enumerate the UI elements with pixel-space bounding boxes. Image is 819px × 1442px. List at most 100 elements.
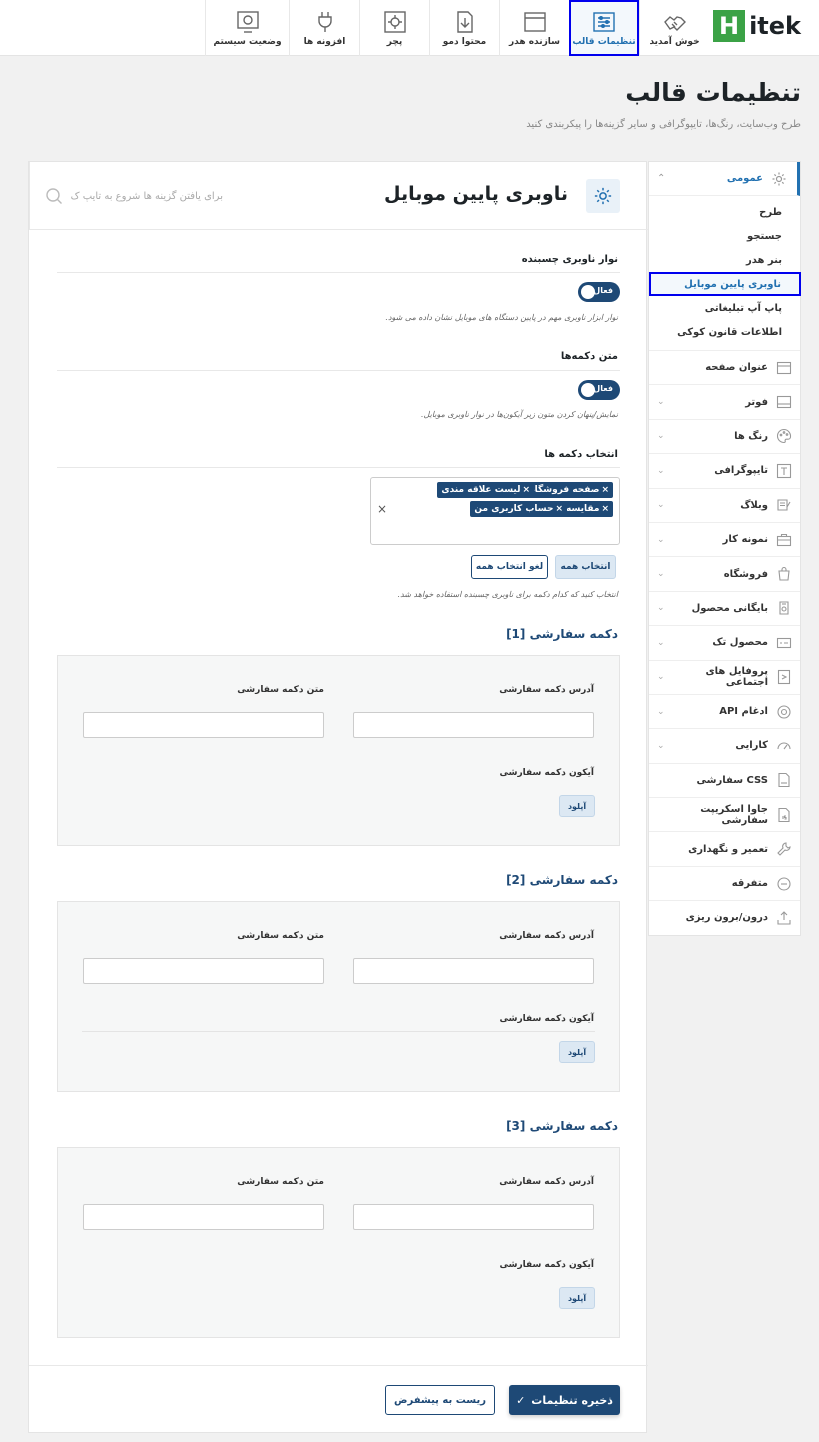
remove-chip-icon[interactable]: × <box>601 485 609 495</box>
custom-text-label: متن دکمه سفارشی <box>237 1177 324 1187</box>
custom-text-input[interactable] <box>83 1204 324 1230</box>
sidebar-sub-layout[interactable]: طرح <box>649 200 800 224</box>
chevron-down-icon: ⌄ <box>657 431 665 442</box>
sidebar-item-label: CSS سفارشی <box>696 774 768 786</box>
sidebar-item[interactable]: پروفایل های اجتماعی ⌄ <box>649 659 800 694</box>
custom-icon-label: آیکون دکمه سفارشی <box>499 1014 594 1024</box>
sidebar-item[interactable]: ادغام API ⌄ <box>649 693 800 728</box>
toggle-label: فعال <box>593 384 613 393</box>
typography-icon <box>776 463 792 478</box>
sidebar-sub-search[interactable]: جستجو <box>649 224 800 248</box>
upload-button[interactable]: آپلود <box>559 795 595 817</box>
top-bar: H itek خوش آمدید تنظیمات قالب سازنده هدر… <box>0 0 819 56</box>
tab-label: محتوا دمو <box>442 36 487 47</box>
sidebar-item-label: محصول تک <box>712 637 768 649</box>
tab-patcher[interactable]: پچر <box>359 0 429 56</box>
sidebar-item[interactable]: فوتر ⌄ <box>649 384 800 418</box>
tab-welcome[interactable]: خوش آمدید <box>639 0 709 56</box>
sidebar-item-label: فروشگاه <box>723 568 768 580</box>
tab-demo-content[interactable]: محتوا دمو <box>429 0 499 56</box>
sidebar-sub-cookie-law[interactable]: اطلاعات قانون کوکی <box>649 320 800 344</box>
handshake-icon <box>663 15 686 31</box>
search-placeholder: برای یافتن گزینه ها شروع به تایپ ک <box>70 190 223 202</box>
chevron-down-icon: ⌄ <box>657 637 665 648</box>
sticky-nav-label: نوار ناوبری چسبنده <box>521 254 618 265</box>
chip-shop-page[interactable]: × صفحه فروشگاه <box>525 482 613 498</box>
sidebar-item[interactable]: محصول تک ⌄ <box>649 625 800 659</box>
sidebar-sub-mobile-bottom-nav[interactable]: ناوبری پایین موبایل <box>649 272 801 296</box>
sidebar-item[interactable]: عنوان صفحه <box>649 350 800 384</box>
custom-url-input[interactable] <box>353 712 594 738</box>
save-settings-button[interactable]: ذخیره تنظیمات ✓ <box>509 1385 620 1415</box>
custom-button-3-box: آدرس دکمه سفارشی متن دکمه سفارشی آیکون د… <box>57 1147 620 1338</box>
tab-header-builder[interactable]: سازنده هدر <box>499 0 569 56</box>
tab-label: تنظیمات قالب <box>572 36 636 47</box>
deselect-all-button[interactable]: لغو انتخاب همه <box>471 555 548 579</box>
sidebar-item[interactable]: فروشگاه ⌄ <box>649 556 800 590</box>
custom-icon-label: آیکون دکمه سفارشی <box>499 768 594 778</box>
custom-url-input[interactable] <box>353 958 594 984</box>
upload-button[interactable]: آپلود <box>559 1041 595 1063</box>
sidebar-sub-promo-popup[interactable]: پاپ آپ تبلیغاتی <box>649 296 800 320</box>
sidebar-item[interactable]: درون/برون ریزی <box>649 900 800 934</box>
select-all-button[interactable]: انتخاب همه <box>555 555 616 579</box>
import-export-icon <box>777 911 791 925</box>
sidebar-item[interactable]: تعمیر و نگهداری <box>649 831 800 865</box>
sidebar-item[interactable]: متفرقه <box>649 865 800 900</box>
chip-wishlist[interactable]: × لیست علاقه مندی <box>437 482 534 498</box>
custom-text-input[interactable] <box>83 712 324 738</box>
top-nav: خوش آمدید تنظیمات قالب سازنده هدر محتوا … <box>205 0 709 56</box>
sidebar-item[interactable]: رنگ ها ⌄ <box>649 418 800 453</box>
reset-defaults-button[interactable]: ریست به پیشفرض <box>385 1385 495 1415</box>
single-product-icon <box>776 637 792 648</box>
buttons-text-label: متن دکمه‌ها <box>560 351 618 362</box>
sidebar-item-general[interactable]: عمومی ⌃ <box>649 162 800 196</box>
blog-icon <box>777 499 791 511</box>
sidebar-sub-header-banner[interactable]: بنر هدر <box>649 248 800 272</box>
remove-chip-icon[interactable]: × <box>555 504 563 514</box>
remove-chip-icon[interactable]: × <box>522 485 530 495</box>
chip-compare[interactable]: × مقایسه <box>562 501 613 517</box>
settings-panel-icon <box>593 11 615 32</box>
tab-system-status[interactable]: وضعیت سیستم <box>205 0 289 56</box>
tab-plugins[interactable]: افزونه ها <box>289 0 359 56</box>
sidebar-item[interactable]: تایپوگرافی ⌄ <box>649 453 800 487</box>
sidebar-item-label: وبلاگ <box>740 499 768 511</box>
custom-text-input[interactable] <box>83 958 324 984</box>
options-search-input[interactable]: برای یافتن گزینه ها شروع به تایپ ک <box>29 162 237 230</box>
sidebar-item-label: تایپوگرافی <box>714 465 768 477</box>
buttons-text-toggle[interactable]: فعال <box>578 380 620 400</box>
sticky-nav-toggle[interactable]: فعال <box>578 282 620 302</box>
misc-icon <box>777 876 791 891</box>
panel-header: ناوبری پایین موبایل برای یافتن گزینه ها … <box>29 162 648 230</box>
buttons-multiselect[interactable]: × صفحه فروشگاه × لیست علاقه مندی × مقایسه ×… <box>370 477 620 545</box>
clear-selection-icon[interactable]: × <box>377 502 387 516</box>
chevron-down-icon: ⌄ <box>657 672 665 683</box>
tab-theme-settings[interactable]: تنظیمات قالب <box>569 0 639 56</box>
plugin-plug-icon <box>317 11 332 32</box>
palette-icon <box>776 429 792 444</box>
hitek-logo[interactable]: H itek <box>713 10 801 42</box>
sidebar-item-label: بایگانی محصول <box>691 602 768 614</box>
demo-import-icon <box>456 10 473 33</box>
sidebar-item[interactable]: CSS سفارشی <box>649 762 800 797</box>
divider <box>57 370 620 371</box>
search-icon <box>46 188 62 204</box>
custom-button-2-title: دکمه سفارشی [2] <box>506 873 618 887</box>
sidebar-item-label: رنگ ها <box>734 430 768 442</box>
upload-button[interactable]: آپلود <box>559 1287 595 1309</box>
custom-url-input[interactable] <box>353 1204 594 1230</box>
sidebar-item[interactable]: نمونه کار ⌄ <box>649 521 800 556</box>
sidebar-item[interactable]: وبلاگ ⌄ <box>649 487 800 522</box>
check-icon: ✓ <box>516 1393 526 1407</box>
sidebar-item[interactable]: بایگانی محصول ⌄ <box>649 590 800 625</box>
sidebar-item-label: جاوا اسکریپت سفارشی <box>700 803 768 826</box>
patcher-gear-icon <box>383 10 406 33</box>
sidebar-item[interactable]: جاوا اسکریپت سفارشی <box>649 797 800 831</box>
gear-icon <box>586 179 620 213</box>
buttons-text-description: نمایش/پنهان کردن متون زیر آیکون‌ها در نو… <box>420 410 618 419</box>
chip-my-account[interactable]: × حساب کاربری من <box>470 501 567 517</box>
remove-chip-icon[interactable]: × <box>601 504 609 514</box>
maintenance-icon <box>777 842 791 856</box>
sidebar-item[interactable]: کارایی ⌄ <box>649 728 800 762</box>
